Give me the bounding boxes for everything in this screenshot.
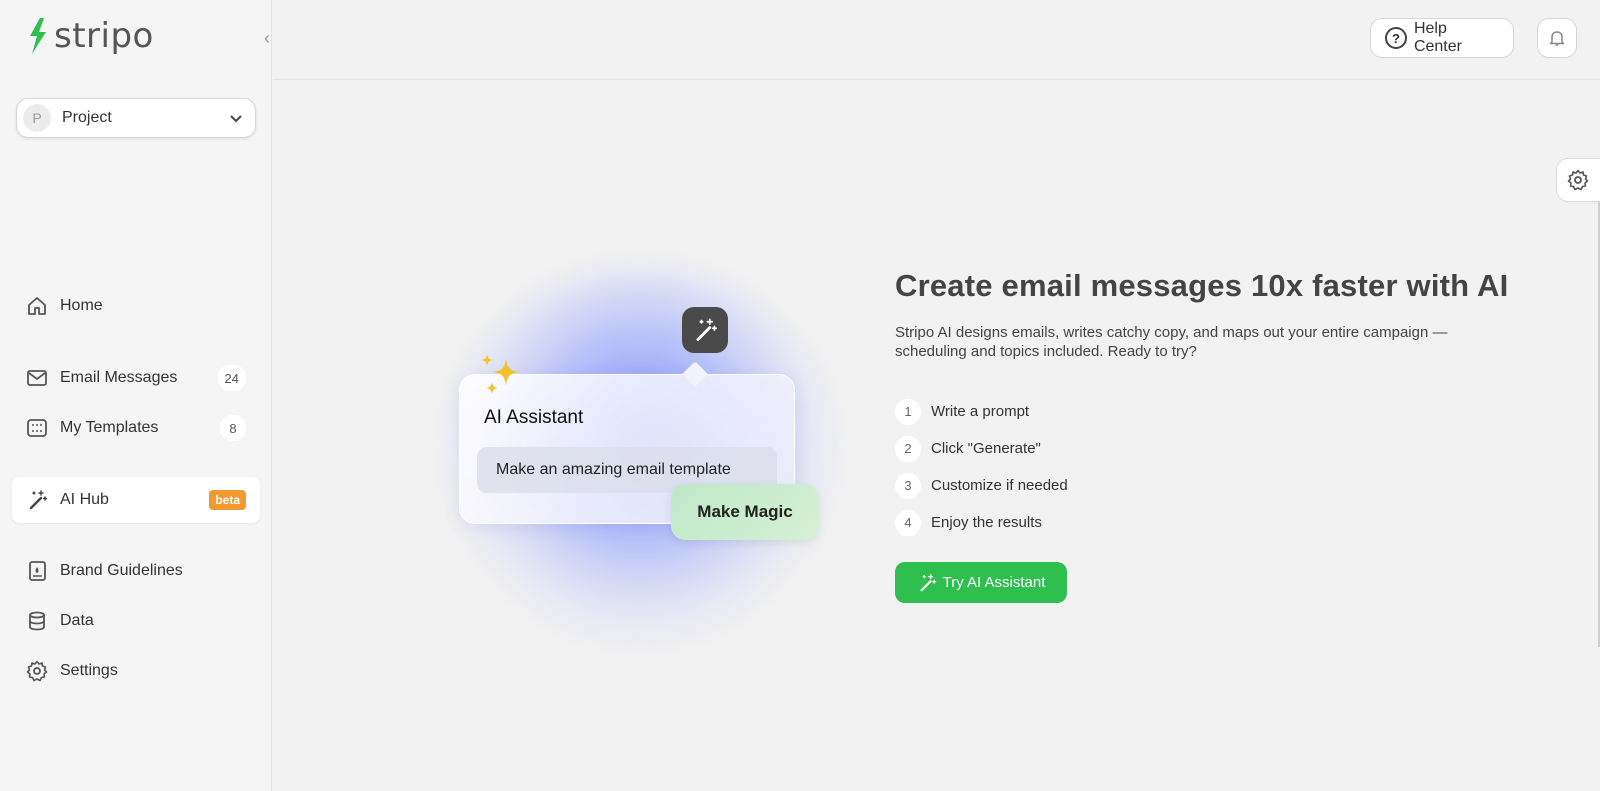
step-number: 2 <box>895 435 921 462</box>
sidebar-item-brand-guidelines[interactable]: Brand Guidelines <box>12 548 260 594</box>
page-description: Stripo AI designs emails, writes catchy … <box>895 324 1448 360</box>
step-number: 4 <box>895 509 921 536</box>
steps-list: 1 Write a prompt 2 Click "Generate" 3 Cu… <box>895 393 1068 541</box>
stripo-logo-icon <box>30 18 46 54</box>
sidebar-item-home[interactable]: Home <box>12 283 260 329</box>
sidebar-item-ai-hub[interactable]: AI Hub beta <box>12 477 260 523</box>
sidebar-item-label: Data <box>60 612 94 629</box>
try-ai-assistant-label: Try AI Assistant <box>942 574 1046 591</box>
collapse-sidebar-icon[interactable]: ‹ <box>264 28 270 49</box>
logo-text: stripo <box>54 16 154 56</box>
step-item: 1 Write a prompt <box>895 393 1068 430</box>
sidebar-item-email-messages[interactable]: Email Messages 24 <box>12 355 260 401</box>
sidebar-item-label: Brand Guidelines <box>60 562 183 579</box>
sidebar-item-label: Settings <box>60 662 118 679</box>
sidebar-item-label: My Templates <box>60 419 159 436</box>
templates-icon <box>26 417 48 439</box>
notifications-button[interactable] <box>1537 18 1577 58</box>
project-selector[interactable]: P Project <box>16 98 256 138</box>
magic-wand-icon <box>26 489 48 511</box>
email-count-badge: 24 <box>217 365 246 391</box>
sidebar-item-label: Home <box>60 297 103 314</box>
stripo-logo[interactable]: stripo <box>26 16 154 56</box>
page-headline: Create email messages 10x faster with AI <box>895 268 1509 303</box>
sidebar-item-label: Email Messages <box>60 369 178 386</box>
beta-badge: beta <box>209 490 246 510</box>
try-ai-assistant-button[interactable]: Try AI Assistant <box>895 562 1067 603</box>
step-item: 2 Click "Generate" <box>895 430 1068 467</box>
sidebar-item-label: AI Hub <box>60 491 109 508</box>
magic-wand-bubble <box>682 307 728 353</box>
database-icon <box>26 610 48 632</box>
sidebar-item-data[interactable]: Data <box>12 598 260 644</box>
templates-count-badge: 8 <box>220 415 246 441</box>
step-number: 3 <box>895 472 921 499</box>
gear-icon <box>1567 169 1589 191</box>
brand-book-icon <box>26 560 48 582</box>
help-center-label: Help Center <box>1413 20 1462 55</box>
gear-icon <box>26 660 48 682</box>
project-avatar: P <box>23 104 51 132</box>
step-number: 1 <box>895 398 921 425</box>
project-label: Project <box>62 109 112 126</box>
question-icon: ? <box>1385 27 1407 49</box>
make-magic-illustration: Make Magic <box>671 484 819 540</box>
sidebar: stripo ‹ P Project Home Email Messages 2… <box>0 0 272 791</box>
envelope-icon <box>26 367 48 389</box>
bell-icon <box>1549 31 1565 46</box>
step-text: Customize if needed <box>931 477 1068 494</box>
home-icon <box>26 295 48 317</box>
step-text: Enjoy the results <box>931 514 1042 531</box>
side-settings-button[interactable] <box>1556 158 1600 202</box>
sidebar-item-my-templates[interactable]: My Templates 8 <box>12 405 260 451</box>
magic-wand-icon <box>696 318 718 341</box>
step-item: 4 Enjoy the results <box>895 504 1068 541</box>
sidebar-item-settings[interactable]: Settings <box>12 648 260 694</box>
sparkles-icon <box>481 354 520 394</box>
step-item: 3 Customize if needed <box>895 467 1068 504</box>
step-text: Write a prompt <box>931 403 1030 420</box>
step-text: Click "Generate" <box>931 440 1041 457</box>
ai-card-title: AI Assistant <box>484 407 584 428</box>
help-center-button[interactable]: ? Help Center <box>1370 18 1514 58</box>
magic-wand-icon <box>920 573 936 591</box>
chevron-down-icon <box>230 115 242 123</box>
